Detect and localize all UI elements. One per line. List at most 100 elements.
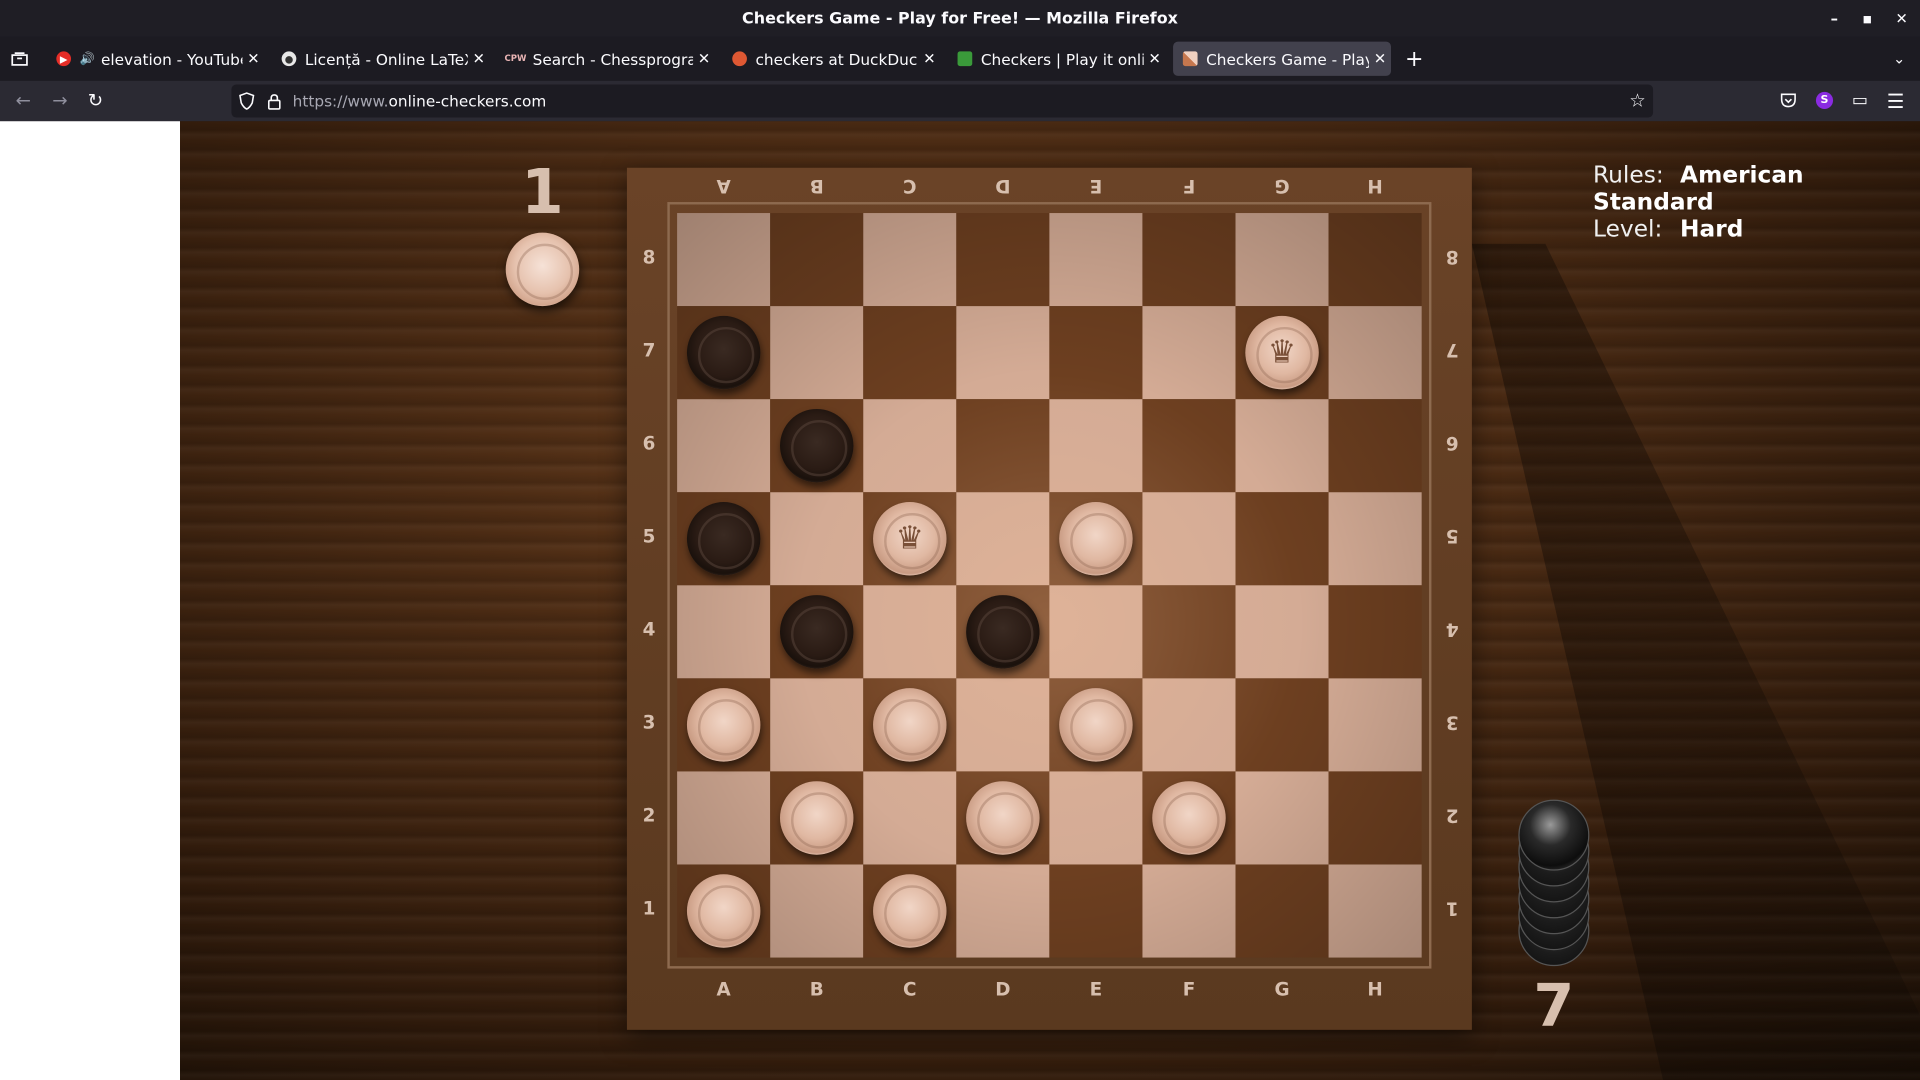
bookmark-star-icon[interactable]: ☆ (1629, 89, 1645, 111)
black-checker-B4[interactable] (780, 595, 854, 669)
board-square-H3[interactable] (1328, 678, 1422, 772)
tab-youtube[interactable]: ▶ 🔊 elevation - YouTube M ✕ (47, 42, 265, 76)
checkers-board[interactable]: ♛ ♛ (677, 213, 1422, 958)
url-text[interactable]: https://www.online-checkers.com (293, 92, 547, 110)
board-square-A2[interactable] (677, 771, 771, 865)
black-checker-B6[interactable] (780, 408, 854, 483)
board-square-C6[interactable] (863, 399, 957, 493)
close-tab-icon[interactable]: ✕ (918, 50, 940, 67)
board-square-C2[interactable] (863, 771, 957, 865)
back-icon[interactable]: ← (9, 86, 38, 115)
board-square-D5[interactable] (956, 492, 1050, 586)
lock-icon[interactable] (267, 92, 282, 115)
board-square-C8[interactable] (863, 213, 957, 307)
board-square-D6[interactable] (956, 399, 1050, 493)
board-square-C7[interactable] (863, 306, 957, 400)
online-checkers-icon (1182, 51, 1198, 67)
white-checker-E5[interactable] (1059, 502, 1133, 576)
board-square-G3[interactable] (1235, 678, 1329, 772)
close-tab-icon[interactable]: ✕ (693, 50, 715, 67)
board-square-H4[interactable] (1328, 585, 1422, 679)
board-square-B8[interactable] (770, 213, 864, 307)
board-square-E4[interactable] (1049, 585, 1143, 679)
board-square-G5[interactable] (1235, 492, 1329, 586)
reload-icon[interactable]: ↻ (81, 86, 110, 115)
new-tab-icon[interactable]: + (1402, 44, 1426, 73)
board-square-B3[interactable] (770, 678, 864, 772)
white-checker-C3[interactable] (873, 688, 947, 762)
board-square-H2[interactable] (1328, 771, 1422, 865)
board-square-G4[interactable] (1235, 585, 1329, 679)
tab-chessprogramming[interactable]: CPW Search - Chessprogramm ✕ (497, 42, 715, 76)
board-square-G1[interactable] (1235, 864, 1329, 958)
board-square-H6[interactable] (1328, 399, 1422, 493)
board-square-F3[interactable] (1142, 678, 1236, 772)
board-square-G6[interactable] (1235, 399, 1329, 493)
board-square-G8[interactable] (1235, 213, 1329, 307)
tab-online-checkers[interactable]: Checkers Game - Play for ✕ (1173, 41, 1392, 76)
white-checker-C1[interactable] (873, 874, 947, 948)
white-checker-A1[interactable] (686, 874, 761, 948)
board-square-H7[interactable] (1328, 306, 1422, 400)
url-bar[interactable]: https://www.online-checkers.com ☆ (231, 84, 1654, 118)
board-square-B5[interactable] (770, 492, 864, 586)
board-square-F7[interactable] (1142, 306, 1236, 400)
board-square-F1[interactable] (1142, 864, 1236, 958)
board-square-A6[interactable] (677, 399, 771, 493)
maximize-icon[interactable]: ▪ (1850, 0, 1884, 37)
board-square-B7[interactable] (770, 306, 864, 400)
forward-icon[interactable]: → (45, 86, 74, 115)
white-checker-A3[interactable] (686, 688, 761, 762)
file-label-top-D: D (995, 175, 1011, 198)
board-square-E2[interactable] (1049, 771, 1143, 865)
tab-overview-icon[interactable] (7, 47, 31, 71)
board-square-F5[interactable] (1142, 492, 1236, 586)
white-checker-D2[interactable] (966, 781, 1040, 855)
board-square-E1[interactable] (1049, 864, 1143, 958)
board-square-E8[interactable] (1049, 213, 1143, 307)
pocket-icon[interactable] (1773, 86, 1802, 115)
black-checker-A5[interactable] (686, 502, 761, 576)
white-checker-E3[interactable] (1059, 688, 1133, 762)
close-window-icon[interactable]: ✕ (1884, 0, 1918, 37)
tab-checkers-play-online[interactable]: Checkers | Play it online! ✕ (948, 42, 1166, 76)
minimize-icon[interactable]: – (1817, 0, 1851, 37)
level-value[interactable]: Hard (1680, 216, 1743, 243)
board-square-D3[interactable] (956, 678, 1050, 772)
tab-duckduckgo[interactable]: checkers at DuckDuckGo ✕ (722, 42, 940, 76)
white-checker-F2[interactable] (1152, 781, 1226, 855)
close-tab-icon[interactable]: ✕ (1369, 50, 1391, 67)
tab-overleaf[interactable]: ● Licență - Online LaTeX Ed ✕ (272, 42, 490, 76)
board-square-F8[interactable] (1142, 213, 1236, 307)
board-square-H8[interactable] (1328, 213, 1422, 307)
board-square-H1[interactable] (1328, 864, 1422, 958)
white-king-C5[interactable]: ♛ (873, 502, 947, 576)
shield-icon[interactable] (239, 92, 255, 115)
board-square-H5[interactable] (1328, 492, 1422, 586)
extension-avatar-icon[interactable]: S (1810, 86, 1839, 115)
black-checker-A7[interactable] (686, 315, 761, 390)
board-square-F6[interactable] (1142, 399, 1236, 493)
board-square-D7[interactable] (956, 306, 1050, 400)
board-square-C4[interactable] (863, 585, 957, 679)
board-square-A8[interactable] (677, 213, 771, 307)
rank-label-left-1: 1 (642, 897, 656, 920)
speaker-icon[interactable]: 🔊 (80, 52, 95, 65)
black-checker-D4[interactable] (966, 595, 1040, 669)
board-square-E7[interactable] (1049, 306, 1143, 400)
app-menu-icon[interactable]: ☰ (1881, 86, 1910, 115)
board-square-F4[interactable] (1142, 585, 1236, 679)
board-square-E6[interactable] (1049, 399, 1143, 493)
board-square-B1[interactable] (770, 864, 864, 958)
white-king-G7[interactable]: ♛ (1245, 315, 1319, 390)
board-square-A4[interactable] (677, 585, 771, 679)
board-square-D8[interactable] (956, 213, 1050, 307)
list-all-tabs-icon[interactable]: ⌄ (1887, 44, 1911, 73)
board-square-G2[interactable] (1235, 771, 1329, 865)
white-checker-B2[interactable] (780, 781, 854, 855)
close-tab-icon[interactable]: ✕ (242, 50, 264, 67)
board-square-D1[interactable] (956, 864, 1050, 958)
close-tab-icon[interactable]: ✕ (468, 50, 490, 67)
close-tab-icon[interactable]: ✕ (1144, 50, 1166, 67)
extensions-puzzle-icon[interactable]: ▭ (1845, 86, 1874, 115)
